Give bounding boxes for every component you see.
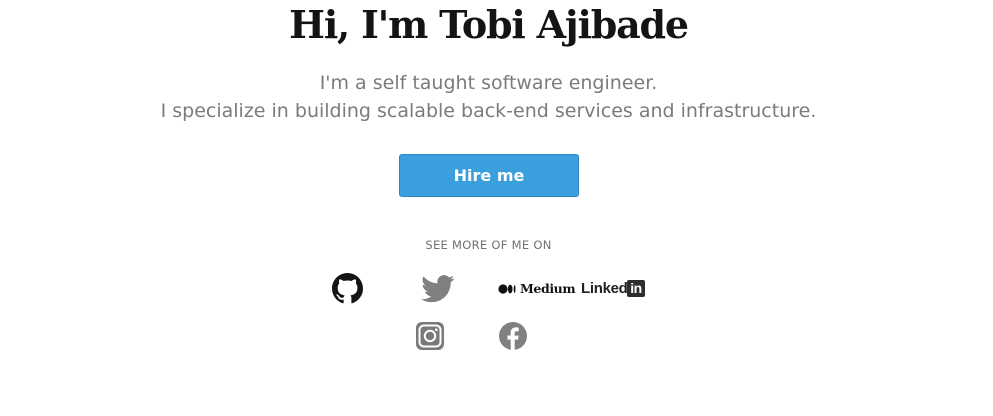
instagram-link[interactable]	[415, 321, 445, 351]
linkedin-logo-icon: in	[627, 280, 645, 297]
hire-me-button[interactable]: Hire me	[399, 154, 579, 197]
linkedin-label: Linked	[581, 280, 628, 297]
twitter-link[interactable]	[421, 275, 455, 303]
github-icon	[332, 273, 363, 304]
facebook-link[interactable]	[498, 321, 528, 351]
see-more-heading: SEE MORE OF ME ON	[425, 238, 552, 252]
linkedin-link[interactable]: Linked in	[581, 280, 647, 298]
instagram-icon	[416, 322, 444, 350]
twitter-icon	[421, 275, 455, 303]
page-title: Hi, I'm Tobi Ajibade	[289, 2, 689, 47]
medium-label: Medium	[520, 281, 576, 296]
medium-logo-icon	[498, 284, 516, 294]
medium-link[interactable]: Medium	[498, 281, 576, 297]
github-link[interactable]	[332, 273, 363, 304]
subtitle-line-2: I specialize in building scalable back-e…	[160, 100, 817, 122]
subtitle-line-1: I'm a self taught software engineer.	[319, 72, 658, 94]
facebook-icon	[499, 322, 527, 350]
